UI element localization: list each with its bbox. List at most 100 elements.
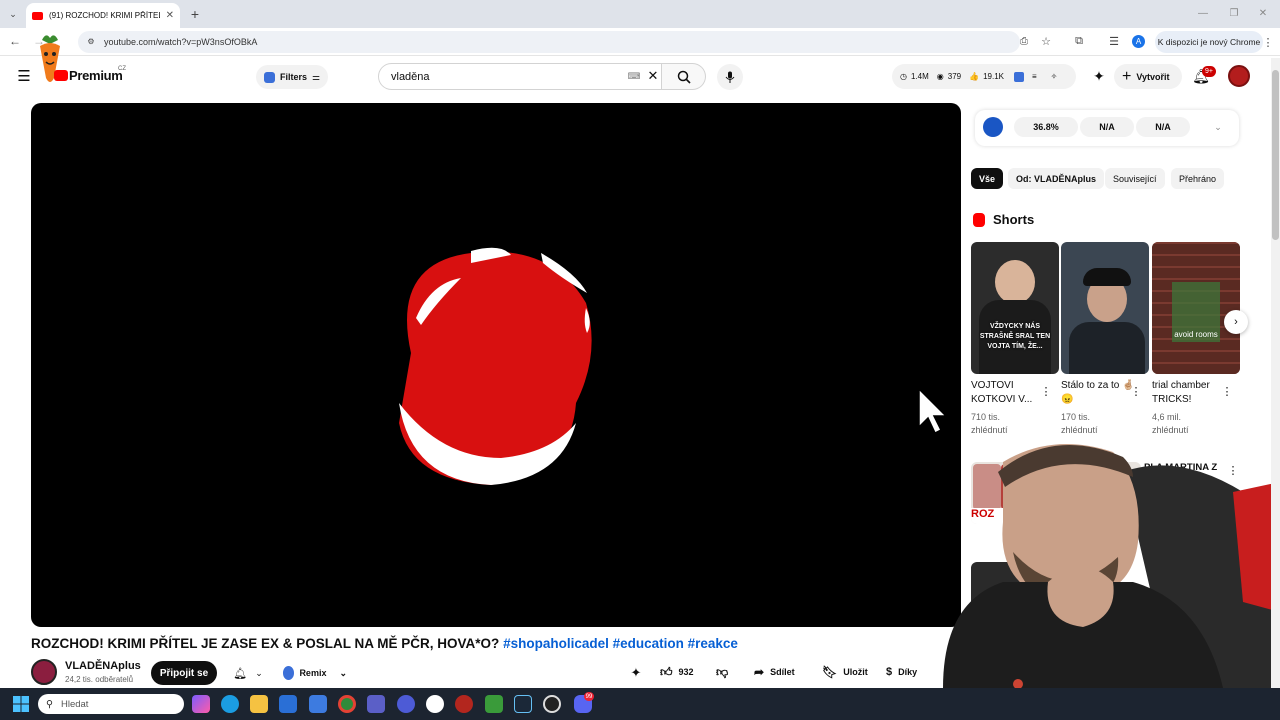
save-label: Uložit (843, 667, 868, 677)
update-chrome-button[interactable]: K dispozici je nový Chrome (1155, 31, 1263, 53)
microphone-icon (725, 71, 735, 83)
youtube-favicon-icon (32, 11, 43, 20)
hashtag-link[interactable]: #shopaholicadel (503, 636, 609, 651)
short-overlay-text: VŽDYCKY NÁS STRAŠNĚ SRAL TEN VOJTA TÍM, … (979, 323, 1051, 350)
short-title[interactable]: trial chamber TRICKS! (1152, 379, 1226, 407)
short-views: 170 tis. (1061, 412, 1091, 422)
share-icon: ➦ (754, 665, 765, 679)
list-icon: ≡ (1032, 72, 1037, 81)
short-title[interactable]: Stálo to za to 🤞🏼😠 (1061, 379, 1135, 407)
app-icon[interactable] (397, 695, 415, 713)
file-explorer-icon[interactable] (250, 695, 268, 713)
profile-avatar[interactable]: A (1132, 35, 1145, 48)
premium-logo-text[interactable]: Premium (69, 68, 123, 83)
site-info-icon[interactable]: ⚙ (86, 36, 96, 46)
more-options-icon[interactable]: ⋮ (1131, 384, 1142, 398)
join-button[interactable]: Připojit se (151, 661, 217, 685)
chrome-icon[interactable] (338, 695, 356, 713)
panel-logo-icon (983, 117, 1003, 137)
sparkle-icon[interactable]: ✦ (1090, 68, 1108, 84)
steam-icon[interactable] (514, 695, 532, 713)
views-stat: 1.4M (910, 72, 929, 81)
shorts-heading: Shorts (993, 212, 1035, 227)
short-thumbnail[interactable] (1061, 242, 1149, 374)
search-input[interactable]: vladěna (378, 63, 662, 90)
remix-button[interactable]: Remix ⌄ (279, 661, 347, 685)
notifications-badge: 9+ (1202, 66, 1216, 77)
teams-icon[interactable] (367, 695, 385, 713)
minimize-icon[interactable]: — (1196, 6, 1210, 20)
thanks-button[interactable]: $ Díky (876, 660, 932, 684)
chip-from-channel[interactable]: Od: VLADĚNAplus (1008, 168, 1104, 189)
page-scrollbar[interactable] (1271, 58, 1280, 688)
wordpress-icon[interactable] (426, 695, 444, 713)
youtube-logo-icon[interactable] (54, 70, 68, 81)
tab-close-icon[interactable]: ✕ (166, 10, 174, 21)
more-options-icon[interactable]: ⋮ (1041, 384, 1052, 398)
back-icon[interactable]: ← (8, 34, 22, 48)
windows-start-icon[interactable] (13, 696, 29, 712)
expand-chevron-icon[interactable]: ⌄ (1212, 121, 1224, 133)
chevron-down-icon: ⌄ (255, 667, 263, 678)
create-button[interactable]: + Vytvořit (1114, 64, 1182, 89)
chip-related[interactable]: Související (1105, 168, 1165, 189)
reading-list-icon[interactable]: ☰ (1108, 35, 1120, 48)
keyboard-icon[interactable]: ⌨ (627, 71, 641, 81)
bookmark-star-icon[interactable]: ☆ (1040, 35, 1052, 48)
chip-watched[interactable]: Přehráno (1171, 168, 1225, 189)
extension-logo-icon (1014, 71, 1024, 82)
shorts-next-button[interactable]: › (1224, 310, 1248, 334)
browser-tab[interactable]: (91) ROZCHOD! KRIMI PŘÍTEL J ✕ (26, 3, 180, 28)
thumbs-down-icon: 👎︎ (716, 664, 729, 679)
filters-button[interactable]: Filters ⚌ (256, 65, 328, 89)
chip-all[interactable]: Vše (971, 168, 1004, 189)
more-options-icon[interactable]: ⋮ (1222, 384, 1233, 398)
share-label: Sdílet (770, 667, 795, 677)
minecraft-icon[interactable] (485, 695, 503, 713)
copilot-icon[interactable] (192, 695, 210, 713)
window-close-icon[interactable]: ✕ (1256, 6, 1270, 20)
channel-avatar[interactable] (31, 659, 57, 685)
store-icon[interactable] (279, 695, 297, 713)
tab-search-icon[interactable]: ⌄ (6, 7, 20, 21)
address-bar[interactable]: youtube.com/watch?v=pW3nsOfOBkA (78, 31, 1020, 53)
voice-search-button[interactable] (717, 64, 743, 90)
short-title[interactable]: VOJTOVI KOTKOVI V... (971, 379, 1045, 407)
subscription-bell-button[interactable]: 🔔︎ ⌄ (223, 661, 273, 685)
extensions-icon[interactable]: ⧉ (1073, 35, 1085, 47)
like-button[interactable]: 👍︎ 932 (650, 660, 702, 684)
clear-search-icon[interactable]: ✕ (645, 68, 661, 84)
app-icon[interactable] (455, 695, 473, 713)
video-player[interactable] (31, 103, 961, 627)
mouse-cursor-icon (918, 387, 948, 435)
search-button[interactable] (662, 63, 706, 90)
stats-extension-bar[interactable]: ◷ 1.4M ◉ 379 👍 19.1K ≡ ✧ (892, 64, 1076, 89)
short-thumbnail[interactable]: avoid rooms (1152, 242, 1240, 374)
account-avatar[interactable] (1228, 65, 1250, 87)
chrome-menu-icon[interactable]: ⋮ (1263, 35, 1274, 49)
channel-name[interactable]: VLADĚNAplus (65, 660, 141, 672)
app-icon[interactable] (543, 695, 561, 713)
remix-logo-icon (283, 666, 295, 680)
save-button[interactable]: 🔖︎ Uložit (812, 660, 870, 684)
ask-sparkle-icon[interactable]: ✦ (628, 665, 644, 681)
short-thumbnail[interactable]: VŽDYCKY NÁS STRAŠNĚ SRAL TEN VOJTA TÍM, … (971, 242, 1059, 374)
create-label: Vytvořit (1136, 71, 1170, 82)
hamburger-menu-icon[interactable]: ☰ (16, 68, 32, 85)
video-title: ROZCHOD! KRIMI PŘÍTEL JE ZASE EX & POSLA… (31, 636, 961, 654)
share-button[interactable]: ➦ Sdílet (744, 660, 802, 684)
mail-icon[interactable] (309, 695, 327, 713)
short-views: 710 tis. (971, 412, 1001, 422)
edge-icon[interactable] (221, 695, 239, 713)
scrollbar-thumb[interactable] (1272, 70, 1279, 240)
taskbar-search[interactable]: ⚲ Hledat (38, 694, 184, 714)
hashtag-link[interactable]: #reakce (688, 636, 738, 651)
hashtag-link[interactable]: #education (613, 636, 684, 651)
bell-outline-icon: 🔔︎ (233, 667, 248, 680)
thanks-label: Díky (898, 667, 918, 677)
dislike-button[interactable]: 👎︎ (706, 660, 736, 684)
new-tab-icon[interactable]: + (188, 6, 202, 22)
tab-title: (91) ROZCHOD! KRIMI PŘÍTEL J (49, 11, 160, 20)
maximize-icon[interactable]: ❐ (1227, 6, 1241, 20)
cast-icon[interactable]: ⎙ (1018, 35, 1030, 47)
